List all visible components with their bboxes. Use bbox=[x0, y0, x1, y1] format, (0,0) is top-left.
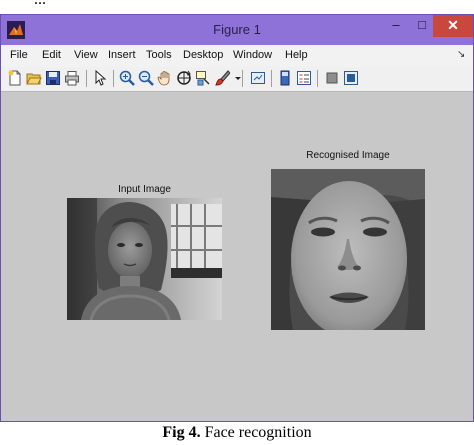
new-figure-icon[interactable] bbox=[7, 70, 23, 86]
input-image-title: Input Image bbox=[118, 184, 171, 195]
zoom-out-icon[interactable] bbox=[138, 70, 154, 86]
caption-text: Face recognition bbox=[200, 424, 312, 441]
cropped-previous-caption: ... bbox=[0, 0, 474, 14]
menu-edit[interactable]: Edit bbox=[42, 49, 61, 61]
caption-label: Fig 4. bbox=[162, 424, 201, 441]
save-icon[interactable] bbox=[45, 70, 61, 86]
menu-view[interactable]: View bbox=[74, 49, 98, 61]
menu-desktop[interactable]: Desktop bbox=[183, 49, 223, 61]
recognised-face-photo bbox=[271, 169, 425, 330]
zoom-in-icon[interactable] bbox=[119, 70, 135, 86]
toolbar-separator bbox=[113, 70, 114, 87]
rotate-3d-icon[interactable] bbox=[176, 70, 192, 86]
menu-overflow-arrow[interactable]: ↘ bbox=[457, 49, 465, 60]
hide-plot-tools-icon[interactable] bbox=[324, 70, 340, 86]
recognised-image bbox=[271, 169, 425, 330]
print-icon[interactable] bbox=[64, 70, 80, 86]
open-file-icon[interactable] bbox=[26, 70, 42, 86]
pan-icon[interactable] bbox=[157, 70, 173, 86]
legend-icon[interactable] bbox=[296, 70, 312, 86]
menu-help[interactable]: Help bbox=[285, 49, 308, 61]
figure-canvas: Input Image Recognised Image bbox=[1, 92, 473, 421]
brush-icon[interactable] bbox=[214, 70, 230, 86]
figure-toolbar bbox=[1, 67, 473, 92]
recognised-image-title: Recognised Image bbox=[306, 150, 390, 161]
figure-caption: Fig 4. Face recognition bbox=[0, 424, 474, 442]
input-image bbox=[67, 198, 222, 320]
pointer-icon[interactable] bbox=[92, 70, 108, 86]
close-button[interactable]: ✕ bbox=[433, 15, 473, 37]
toolbar-separator bbox=[317, 70, 318, 87]
brush-dropdown-icon[interactable] bbox=[230, 70, 241, 86]
figure-window: Figure 1 – □ ✕ File Edit View Insert Too… bbox=[0, 14, 474, 422]
menu-tools[interactable]: Tools bbox=[146, 49, 172, 61]
colorbar-icon[interactable] bbox=[277, 70, 293, 86]
link-plot-icon[interactable] bbox=[250, 70, 266, 86]
toolbar-separator bbox=[271, 70, 272, 87]
menu-bar: File Edit View Insert Tools Desktop Wind… bbox=[1, 45, 473, 67]
toolbar-separator bbox=[86, 70, 87, 87]
data-cursor-icon[interactable] bbox=[195, 70, 211, 86]
menu-window[interactable]: Window bbox=[233, 49, 272, 61]
menu-file[interactable]: File bbox=[10, 49, 28, 61]
menu-insert[interactable]: Insert bbox=[108, 49, 136, 61]
input-face-photo bbox=[67, 198, 222, 320]
title-bar[interactable]: Figure 1 – □ ✕ bbox=[1, 15, 473, 45]
toolbar-separator bbox=[242, 70, 243, 87]
show-plot-tools-icon[interactable] bbox=[343, 70, 359, 86]
